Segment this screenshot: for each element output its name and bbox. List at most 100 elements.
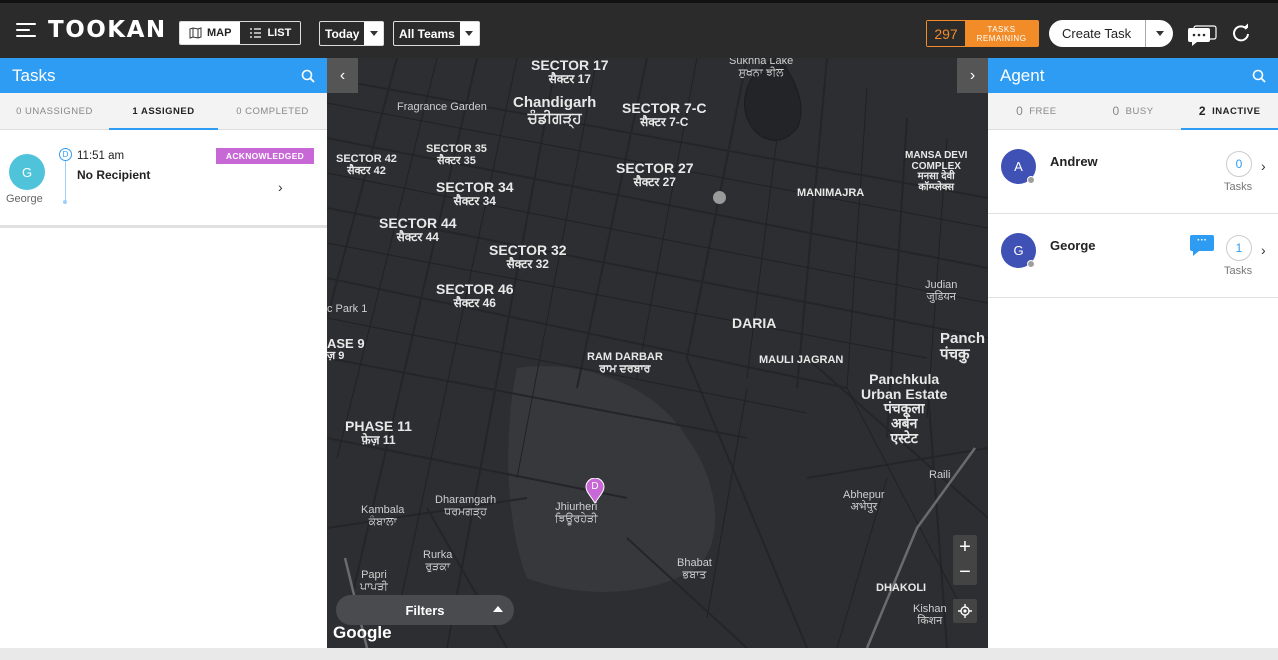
task-card[interactable]: G George D 11:51 am No Recipient ACKNOWL…	[0, 130, 327, 228]
map-label-text: किशन	[917, 614, 943, 627]
agent-task-count[interactable]: 0	[1226, 151, 1252, 177]
map-label: SECTOR 17 सैक्टर 17	[531, 58, 609, 85]
map-label-text: SECTOR 46	[436, 281, 514, 297]
map-label: MANSA DEVI COMPLEX मनसा देवी कॉम्प्लेक्स	[905, 150, 967, 193]
map-label-text: Dharamgarh	[435, 494, 497, 506]
map-label-text: पंचकु	[940, 345, 970, 363]
map-label: Dharamgarh ਧਰਮਗੜ੍ਹ	[435, 494, 497, 518]
map-label: DARIA	[732, 315, 777, 331]
map-label: Fragrance Garden	[397, 101, 487, 113]
map-next-button[interactable]: ›	[957, 58, 988, 93]
team-filter-dropdown[interactable]: All Teams	[393, 21, 480, 46]
tab-label: INACTIVE	[1212, 105, 1261, 117]
app-logo: TOOKAN	[48, 17, 167, 43]
map-label-text: सैक्टर 44	[396, 229, 439, 244]
date-filter-dropdown[interactable]: Today	[319, 21, 385, 46]
zoom-controls: + −	[953, 535, 977, 585]
tab-completed[interactable]: 0 COMPLETED	[218, 93, 327, 129]
map-label-text: Kishan	[913, 603, 947, 615]
map-label-text: SECTOR 32	[489, 242, 567, 258]
map-label: MANIMAJRA	[797, 187, 865, 199]
map-label-text: SECTOR 35	[426, 143, 487, 155]
agent-avatar: G	[9, 154, 45, 190]
view-toggle: MAP LIST	[179, 21, 302, 45]
caret-up-icon	[493, 606, 503, 612]
map-label: Chandigarh ਚੰਡੀਗੜ੍ਹ	[513, 95, 596, 127]
map-view[interactable]: ‹ › SECTOR 17 सैक्टर 17 Sukhna Lake ਸੁਖਨਾ …	[327, 58, 988, 648]
map-label-text: सैक्टर 35	[437, 154, 476, 167]
filters-button[interactable]: Filters	[336, 595, 514, 625]
create-task-label: Create Task	[1062, 26, 1132, 41]
map-label: Panch पंचकु	[940, 331, 985, 363]
map-label: Rurka ਰੁੜਕਾ	[423, 549, 452, 573]
refresh-icon[interactable]	[1231, 23, 1251, 43]
map-label: Judian जुडियन	[925, 279, 957, 303]
map-label-text: ਭਬਾਤ	[682, 568, 707, 581]
map-label-text: ਸੁਖਨਾ ਝੀਲ	[738, 66, 784, 79]
map-prev-button[interactable]: ‹	[327, 58, 358, 93]
task-recipient: No Recipient	[77, 168, 151, 182]
tasks-panel: Tasks 0 UNASSIGNED 1 ASSIGNED 0 COMPLETE…	[0, 58, 327, 648]
chat-icon[interactable]	[1187, 25, 1217, 47]
chevron-right-icon[interactable]: ›	[1261, 242, 1266, 258]
map-icon	[189, 27, 202, 39]
tasks-panel-title: Tasks	[12, 66, 56, 85]
tab-assigned[interactable]: 1 ASSIGNED	[109, 93, 218, 130]
map-label-text: SECTOR 27	[616, 160, 694, 176]
map-label-text: PHASE 11	[345, 418, 412, 434]
zoom-out-button[interactable]: −	[953, 560, 977, 585]
chevron-right-icon[interactable]: ›	[1261, 158, 1266, 174]
task-time: 11:51 am	[77, 150, 125, 162]
agent-row[interactable]: G George ··· 1 Tasks ›	[988, 214, 1278, 298]
map-label: SECTOR 46 सैक्टर 46	[436, 282, 514, 309]
map-view-label: MAP	[207, 27, 232, 39]
agent-location-marker[interactable]	[713, 191, 726, 204]
tasks-remaining-count: 297	[927, 21, 965, 46]
agent-task-count[interactable]: 1	[1226, 235, 1252, 261]
tab-free[interactable]: 0 FREE	[988, 93, 1085, 129]
locate-button[interactable]	[953, 599, 977, 623]
search-icon[interactable]	[301, 69, 315, 83]
tasks-remaining-line2: REMAINING	[976, 33, 1027, 43]
tab-label: FREE	[1029, 105, 1057, 117]
zoom-in-button[interactable]: +	[953, 535, 977, 560]
map-view-button[interactable]: MAP	[180, 22, 241, 44]
task-location-pin[interactable]: D	[584, 478, 606, 504]
message-icon[interactable]: ···	[1189, 234, 1215, 258]
tab-count: 0	[1112, 104, 1120, 118]
create-task-button[interactable]: Create Task	[1049, 20, 1173, 47]
menu-icon[interactable]	[16, 23, 36, 39]
search-icon[interactable]	[1252, 69, 1266, 83]
tab-count: 0	[1016, 104, 1024, 118]
list-view-button[interactable]: LIST	[240, 22, 301, 44]
map-label: SECTOR 7-C सैक्टर 7-C	[622, 101, 707, 128]
create-task-dropdown[interactable]	[1145, 20, 1173, 47]
tasks-remaining-badge: 297 TASKS REMAINING	[926, 20, 1039, 47]
app-window: TOOKAN MAP LIST Today All Teams 297 TASK…	[0, 0, 1278, 660]
map-label: SECTOR 32 सैक्टर 32	[489, 243, 567, 270]
map-label-text: ਚੰਡੀਗੜ੍ਹ	[527, 109, 582, 127]
team-filter-label: All Teams	[399, 26, 455, 41]
map-label: SECTOR 44 सैक्टर 44	[379, 216, 457, 243]
agent-row[interactable]: A Andrew 0 Tasks ›	[988, 130, 1278, 214]
map-label-text: सैक्टर 34	[453, 193, 496, 208]
status-badge: ACKNOWLEDGED	[216, 148, 314, 164]
delivery-marker-icon: D	[59, 148, 72, 161]
map-label-text: Papri	[361, 569, 387, 581]
map-label: PHASE 11 फ़ेज़ 11	[345, 419, 412, 446]
list-view-label: LIST	[267, 27, 292, 39]
map-label: Bhabat ਭਬਾਤ	[677, 557, 712, 581]
map-label: c Park 1	[327, 303, 368, 315]
map-label: ASE 9 ज़ 9	[327, 337, 365, 362]
map-label: SECTOR 27 सैक्टर 27	[616, 161, 694, 188]
map-label-text: Urban Estate	[861, 385, 948, 402]
tab-busy[interactable]: 0 BUSY	[1085, 93, 1182, 129]
map-label-text: सैक्टर 7-C	[640, 114, 689, 129]
tab-inactive[interactable]: 2 INACTIVE	[1181, 93, 1278, 130]
tab-unassigned[interactable]: 0 UNASSIGNED	[0, 93, 109, 129]
message-dots: ···	[1197, 235, 1207, 246]
map-label-text: अर्बन	[890, 415, 918, 432]
chevron-right-icon[interactable]: ›	[278, 179, 283, 195]
tab-count: 2	[1198, 104, 1207, 118]
timeline-end-dot	[63, 200, 67, 204]
